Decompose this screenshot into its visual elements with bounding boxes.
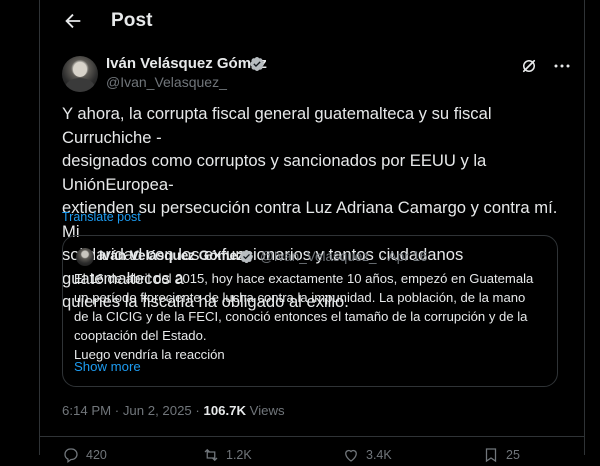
post-header: Post xyxy=(40,0,584,42)
post-timestamp[interactable]: 6:14 PM · Jun 2, 2025 · 106.7K Views xyxy=(62,403,285,418)
repost-count: 1.2K xyxy=(226,448,252,462)
page-title: Post xyxy=(111,10,153,31)
verified-badge-icon xyxy=(250,57,264,71)
quote-author-name: Iván Velásquez Gómez xyxy=(99,248,244,263)
show-more-link[interactable]: Show more xyxy=(74,359,141,374)
author-name[interactable]: Iván Velásquez Gómez xyxy=(106,55,267,72)
reply-count: 420 xyxy=(86,448,107,462)
bookmark-icon xyxy=(485,448,497,463)
reply-icon xyxy=(64,448,78,464)
right-frame-border xyxy=(584,0,585,455)
action-bar: 420 1.2K 3.4K 25 xyxy=(62,446,572,466)
author-handle[interactable]: @Ivan_Velasquez_ xyxy=(106,74,227,90)
more-icon[interactable] xyxy=(553,59,571,73)
left-frame-border xyxy=(39,0,40,455)
bookmark-count: 25 xyxy=(506,448,520,462)
grok-icon[interactable] xyxy=(520,57,538,75)
verified-badge-icon xyxy=(240,249,253,264)
reply-button[interactable]: 420 xyxy=(62,446,107,464)
like-button[interactable]: 3.4K xyxy=(342,446,392,464)
quote-author-avatar xyxy=(76,248,94,266)
like-icon xyxy=(345,449,357,462)
views-label: Views xyxy=(246,403,285,418)
like-count: 3.4K xyxy=(366,448,392,462)
quote-text: El 16 de abril del 2015, hoy hace exacta… xyxy=(74,271,534,362)
author-avatar[interactable] xyxy=(62,56,98,92)
views-count: 106.7K xyxy=(203,403,247,418)
repost-icon xyxy=(204,448,218,462)
quote-meta: @Ivan_Velasquez_ · Apr 16 xyxy=(260,249,428,264)
post-time: 6:14 PM · Jun 2, 2025 · xyxy=(62,403,204,418)
repost-button[interactable]: 1.2K xyxy=(202,446,252,464)
quoted-post[interactable]: Iván Velásquez Gómez @Ivan_Velasquez_ · … xyxy=(62,235,558,387)
divider xyxy=(40,436,584,437)
translate-post-link[interactable]: Translate post xyxy=(62,210,141,224)
bookmark-button[interactable]: 25 xyxy=(482,446,520,464)
back-arrow-icon[interactable] xyxy=(62,10,84,32)
